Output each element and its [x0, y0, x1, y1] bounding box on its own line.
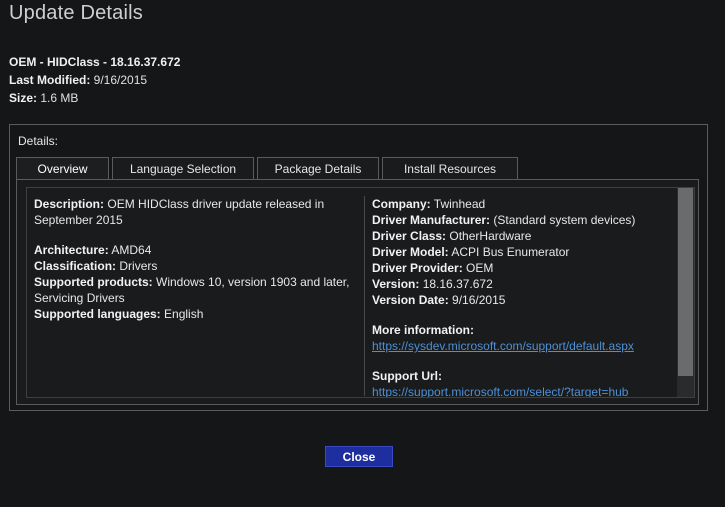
driver-provider-label: Driver Provider:: [372, 261, 463, 275]
supported-products-field: Supported products: Windows 10, version …: [34, 274, 354, 306]
driver-manufacturer-field: Driver Manufacturer: (Standard system de…: [372, 212, 672, 228]
overview-left-column: Description: OEM HIDClass driver update …: [34, 196, 354, 322]
support-url-field: Support Url:: [372, 368, 672, 384]
window-title: Update Details: [9, 2, 143, 24]
architecture-field: Architecture: AMD64: [34, 242, 354, 258]
driver-model-value: ACPI Bus Enumerator: [451, 245, 570, 259]
tab-package-details[interactable]: Package Details: [257, 157, 379, 179]
last-modified-label: Last Modified:: [9, 73, 91, 87]
classification-label: Classification:: [34, 259, 117, 273]
description-label: Description:: [34, 197, 105, 211]
update-name: OEM - HIDClass - 18.16.37.672: [9, 55, 181, 69]
supported-languages-label: Supported languages:: [34, 307, 161, 321]
version-date-value: 9/16/2015: [452, 293, 506, 307]
driver-class-field: Driver Class: OtherHardware: [372, 228, 672, 244]
version-field: Version: 18.16.37.672: [372, 276, 672, 292]
details-label: Details:: [18, 134, 59, 148]
version-value: 18.16.37.672: [422, 277, 493, 291]
support-url-link[interactable]: https://support.microsoft.com/select/?ta…: [372, 385, 628, 397]
last-modified-line: Last Modified: 9/16/2015: [9, 71, 180, 89]
close-button[interactable]: Close: [325, 446, 393, 467]
tab-language-selection[interactable]: Language Selection: [112, 157, 254, 179]
overview-panel: Description: OEM HIDClass driver update …: [16, 179, 699, 405]
classification-value: Drivers: [119, 259, 158, 273]
version-date-field: Version Date: 9/16/2015: [372, 292, 672, 308]
update-name-line: OEM - HIDClass - 18.16.37.672: [9, 53, 180, 71]
driver-class-value: OtherHardware: [449, 229, 532, 243]
driver-manufacturer-value: (Standard system devices): [493, 213, 636, 227]
support-url-label: Support Url:: [372, 369, 442, 383]
version-label: Version:: [372, 277, 420, 291]
vertical-scrollbar[interactable]: [677, 188, 694, 397]
architecture-value: AMD64: [111, 243, 152, 257]
company-value: Twinhead: [433, 197, 486, 211]
update-summary: OEM - HIDClass - 18.16.37.672 Last Modif…: [9, 53, 180, 107]
driver-model-label: Driver Model:: [372, 245, 449, 259]
overview-right-column: Company: Twinhead Driver Manufacturer: (…: [372, 196, 672, 397]
supported-languages-field: Supported languages: English: [34, 306, 354, 322]
driver-class-label: Driver Class:: [372, 229, 447, 243]
driver-model-field: Driver Model: ACPI Bus Enumerator: [372, 244, 672, 260]
more-info-field: More information:: [372, 322, 672, 338]
description-field: Description: OEM HIDClass driver update …: [34, 196, 354, 228]
driver-provider-value: OEM: [466, 261, 494, 275]
size-label: Size:: [9, 91, 38, 105]
size-line: Size: 1.6 MB: [9, 89, 180, 107]
more-info-link[interactable]: https://sysdev.microsoft.com/support/def…: [372, 339, 634, 353]
details-group: Details: Overview Language Selection Pac…: [9, 124, 708, 411]
last-modified-value: 9/16/2015: [93, 73, 148, 87]
driver-manufacturer-label: Driver Manufacturer:: [372, 213, 491, 227]
company-label: Company:: [372, 197, 431, 211]
company-field: Company: Twinhead: [372, 196, 672, 212]
scrollbar-thumb[interactable]: [678, 188, 693, 376]
architecture-label: Architecture:: [34, 243, 109, 257]
version-date-label: Version Date:: [372, 293, 449, 307]
tab-overview[interactable]: Overview: [16, 157, 109, 179]
update-details-window: Update Details OEM - HIDClass - 18.16.37…: [0, 0, 725, 507]
tab-install-resources[interactable]: Install Resources: [382, 157, 518, 179]
size-value: 1.6 MB: [40, 91, 79, 105]
overview-content[interactable]: Description: OEM HIDClass driver update …: [26, 187, 695, 398]
driver-provider-field: Driver Provider: OEM: [372, 260, 672, 276]
details-tabs: Overview Language Selection Package Deta…: [16, 157, 521, 179]
supported-languages-value: English: [164, 307, 204, 321]
classification-field: Classification: Drivers: [34, 258, 354, 274]
column-divider: [364, 196, 365, 396]
more-info-label: More information:: [372, 323, 474, 337]
supported-products-label: Supported products:: [34, 275, 153, 289]
